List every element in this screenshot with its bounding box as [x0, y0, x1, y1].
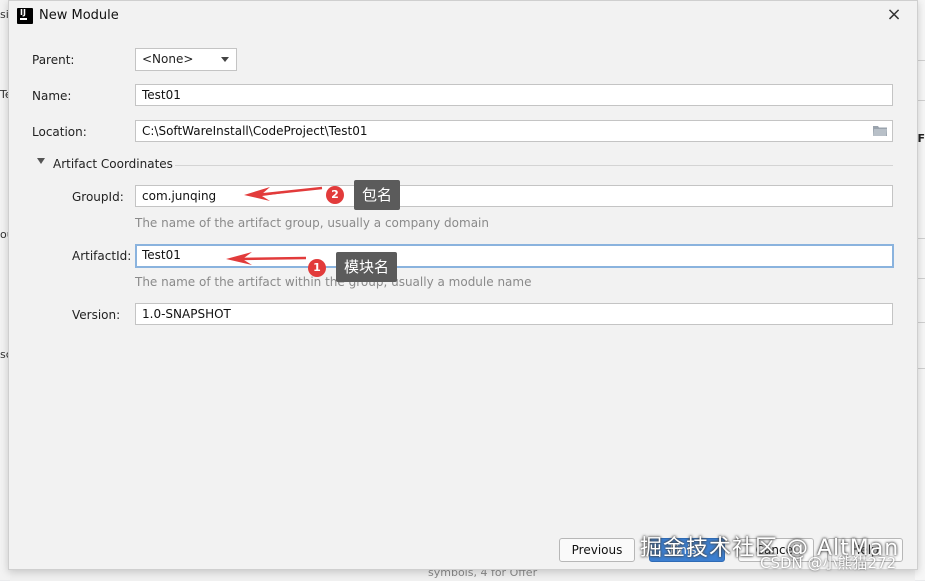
- annotation-callout-package: 包名: [354, 180, 401, 210]
- close-icon[interactable]: ×: [885, 6, 903, 24]
- folder-icon[interactable]: [873, 125, 887, 136]
- version-label: Version:: [72, 308, 121, 322]
- parent-dropdown[interactable]: <None>: [135, 48, 237, 71]
- previous-button[interactable]: Previous: [559, 538, 635, 562]
- annotation-callout-module: 模块名: [336, 252, 398, 282]
- intellij-app-icon: [17, 8, 33, 24]
- version-input[interactable]: 1.0-SNAPSHOT: [135, 303, 893, 325]
- section-divider: [175, 165, 893, 166]
- chevron-down-icon: [221, 57, 229, 62]
- annotation-badge-2: 2: [326, 186, 344, 204]
- name-input[interactable]: Test01: [135, 84, 893, 106]
- watermark-text-secondary: CSDN @小熊猫272: [760, 554, 897, 572]
- artifactid-input[interactable]: Test01: [135, 244, 894, 268]
- location-label: Location:: [32, 125, 87, 139]
- groupid-hint: The name of the artifact group, usually …: [135, 216, 489, 230]
- collapse-toggle-icon[interactable]: [37, 158, 45, 164]
- groupid-label: GroupId:: [72, 190, 124, 204]
- artifactid-hint: The name of the artifact within the grou…: [135, 275, 532, 289]
- new-module-dialog: New Module × Parent: <None> Name: Test01…: [8, 0, 918, 570]
- location-value: C:\SoftWareInstall\CodeProject\Test01: [142, 124, 368, 138]
- artifact-coordinates-title: Artifact Coordinates: [53, 157, 173, 171]
- annotation-badge-1: 1: [308, 259, 326, 277]
- parent-dropdown-value: <None>: [142, 52, 194, 66]
- groupid-input[interactable]: com.junqing: [135, 185, 893, 207]
- parent-label: Parent:: [32, 53, 75, 67]
- name-label: Name:: [32, 89, 72, 103]
- dialog-titlebar: New Module ×: [9, 1, 917, 31]
- artifactid-label: ArtifactId:: [72, 249, 132, 263]
- location-input[interactable]: C:\SoftWareInstall\CodeProject\Test01: [135, 120, 893, 142]
- dialog-title: New Module: [39, 8, 119, 23]
